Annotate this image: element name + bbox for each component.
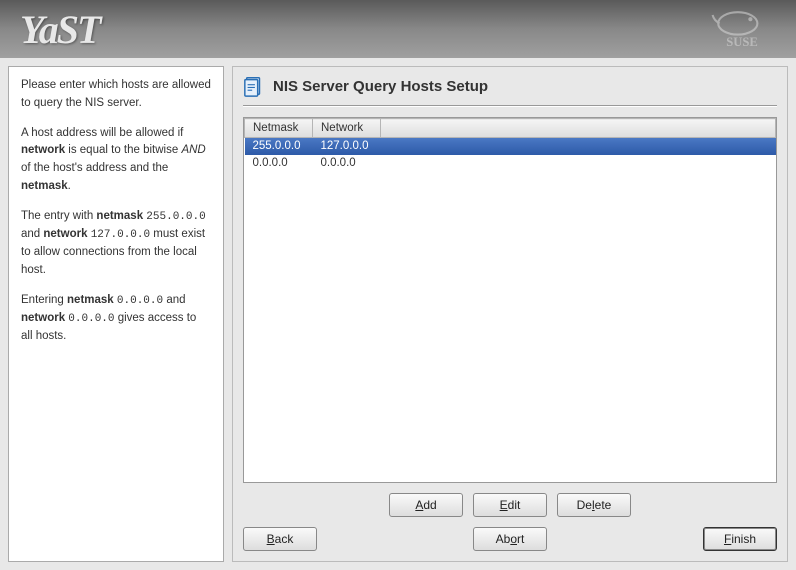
hosts-table-wrap: Netmask Network 255.0.0.0 127.0.0.0 0.0.… [243,117,777,483]
add-button[interactable]: Add [389,493,463,517]
cell-network: 127.0.0.0 [313,138,381,155]
table-button-row: Add Edit Delete [243,483,777,523]
cell-netmask: 255.0.0.0 [245,138,313,155]
hosts-table[interactable]: Netmask Network 255.0.0.0 127.0.0.0 0.0.… [244,118,776,172]
back-button[interactable]: Back [243,527,317,551]
nav-row: Back Abort Finish [243,523,777,551]
help-p1: Please enter which hosts are allowed to … [21,77,211,113]
delete-button[interactable]: Delete [557,493,631,517]
table-row[interactable]: 255.0.0.0 127.0.0.0 [245,138,776,155]
help-panel: Please enter which hosts are allowed to … [8,66,224,562]
suse-logo: SUSE [706,8,778,50]
col-network[interactable]: Network [313,119,381,138]
abort-button[interactable]: Abort [473,527,547,551]
cell-network: 0.0.0.0 [313,155,381,172]
main-area: Please enter which hosts are allowed to … [0,58,796,570]
help-p2: A host address will be allowed if networ… [21,125,211,196]
cell-netmask: 0.0.0.0 [245,155,313,172]
separator [243,105,777,107]
help-p3: The entry with netmask 255.0.0.0 and net… [21,208,211,280]
content-panel: NIS Server Query Hosts Setup Netmask Net… [232,66,788,562]
col-netmask[interactable]: Netmask [245,119,313,138]
page-icon [243,75,265,97]
finish-button[interactable]: Finish [703,527,777,551]
svg-text:SUSE: SUSE [726,35,758,49]
col-spacer [381,119,776,138]
header: YaST SUSE [0,0,796,58]
table-row[interactable]: 0.0.0.0 0.0.0.0 [245,155,776,172]
yast-logo: YaST [20,6,99,53]
page-title: NIS Server Query Hosts Setup [273,78,488,95]
title-row: NIS Server Query Hosts Setup [243,75,777,105]
edit-button[interactable]: Edit [473,493,547,517]
help-p4: Entering netmask 0.0.0.0 and network 0.0… [21,292,211,346]
